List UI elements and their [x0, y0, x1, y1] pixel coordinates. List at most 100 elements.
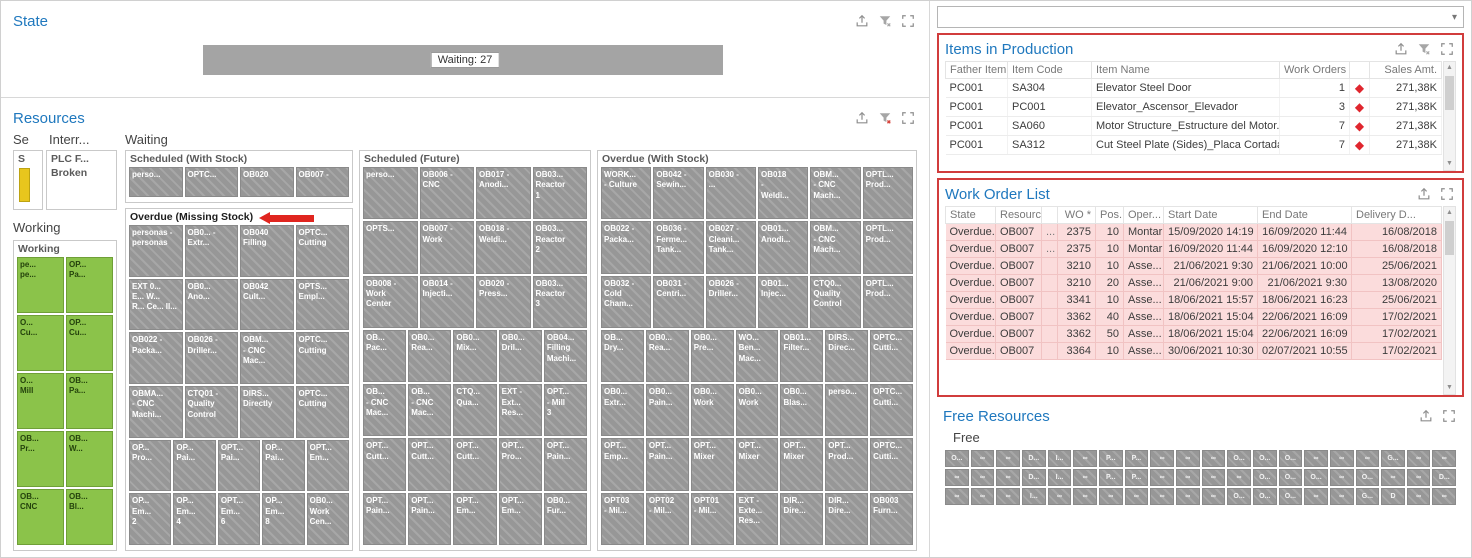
resource-tile[interactable]: OB007 - [295, 167, 349, 197]
work-order-row[interactable]: Overdue...OB007321010Asse...21/06/2021 9… [945, 257, 1442, 275]
resource-tile[interactable]: OB042 Cult... [240, 278, 294, 331]
resource-tile[interactable]: OB01... Anodi... [757, 221, 809, 274]
resource-tile[interactable]: ∞ [1304, 450, 1328, 467]
resource-tile[interactable]: OPT... - Mill 3 [543, 384, 587, 437]
resource-tile[interactable]: perso... [363, 167, 418, 220]
resource-tile[interactable]: DIRS... Direc... [825, 329, 869, 383]
resource-tile[interactable]: OPT... Em... [453, 492, 497, 545]
chevron-down-icon[interactable]: ▾ [1452, 12, 1457, 23]
work-order-row[interactable]: Overdue...OB007336240Asse...18/06/2021 1… [945, 308, 1442, 326]
resource-tile[interactable]: OB... W... [66, 431, 113, 487]
resource-tile[interactable]: OP... Em... 4 [173, 493, 216, 546]
resource-tile[interactable]: OPT... Pain... [363, 492, 407, 545]
resource-tile[interactable]: OB018- Weldi... [757, 167, 809, 220]
resource-tile[interactable]: OPTC... Cutting [295, 225, 349, 277]
resource-tile[interactable]: CTQ... Qua... [453, 384, 497, 437]
resource-tile[interactable]: ∞ [1381, 469, 1405, 486]
resource-tile[interactable]: D... [1432, 469, 1457, 486]
resource-tile[interactable]: OB... Bl... [66, 489, 113, 545]
clear-filter-icon[interactable] [1417, 42, 1431, 56]
resource-tile[interactable]: OB042 - Sewin... [653, 167, 704, 220]
expand-icon[interactable] [1440, 187, 1454, 201]
clear-filter-icon[interactable] [878, 111, 892, 125]
resource-tile[interactable]: OPTC... Cutti... [870, 384, 913, 437]
resource-tile[interactable]: OB0... Mix... [453, 329, 497, 383]
resource-tile[interactable]: OP... Cu... [66, 315, 113, 371]
work-order-row[interactable]: Overdue...OB007...237510Montar16/09/2020… [945, 240, 1442, 258]
work-order-row[interactable]: Overdue...OB007336250Asse...18/06/2021 1… [945, 325, 1442, 343]
export-icon[interactable] [1417, 187, 1431, 201]
resource-tile[interactable]: OPT... Em... 6 [217, 493, 261, 546]
resource-tile[interactable]: OPT... Pain... [408, 492, 452, 545]
resource-tile[interactable]: ∞ [1124, 488, 1149, 505]
resource-tile[interactable]: OB0... Work Cen... [306, 493, 349, 546]
scrollbar-thumb[interactable] [1445, 221, 1454, 255]
resource-tile[interactable]: EXT - Exte... Res... [735, 492, 779, 545]
resource-tile[interactable]: OB0... Ano... [184, 278, 238, 331]
column-header[interactable]: Resource [995, 206, 1042, 224]
resource-tile[interactable]: OB022 - Packa... [129, 332, 183, 385]
resource-tile[interactable]: OPTC... Cutting [295, 332, 349, 385]
resource-tile[interactable]: OB0... - Extr... [184, 225, 238, 277]
resource-tile[interactable]: DIR... Dire... [780, 492, 824, 545]
resource-tile[interactable]: OPT... Cutt... [453, 438, 497, 491]
resource-tile[interactable]: ∞ [1175, 488, 1200, 505]
column-header[interactable]: Work Orders [1279, 61, 1350, 79]
resource-tile[interactable]: O... [1227, 488, 1251, 505]
resource-tile[interactable]: OB0... Work [735, 384, 779, 437]
scrollbar-thumb[interactable] [1445, 76, 1454, 110]
resource-tile[interactable]: WORK... - Culture [601, 167, 652, 220]
expand-icon[interactable] [1440, 42, 1454, 56]
work-order-row[interactable]: Overdue...OB007321020Asse...21/06/2021 9… [945, 274, 1442, 292]
resource-tile[interactable]: D [1381, 488, 1405, 505]
resource-tile[interactable]: OB003 Furn... [870, 492, 913, 545]
items-table-row[interactable]: PC001 SA060 Motor Structure_Estructure del… [945, 116, 1442, 136]
resource-tile[interactable]: OB... CNC [17, 489, 64, 545]
work-order-row[interactable]: Overdue...OB007336410Asse...30/06/2021 1… [945, 342, 1442, 360]
resource-tile[interactable]: OB020 [240, 167, 294, 197]
column-header[interactable]: Pos. [1095, 206, 1124, 224]
resource-tile[interactable]: ∞ [1150, 469, 1174, 486]
resource-tile[interactable]: OPT02- Mil... [645, 492, 689, 545]
resource-tile[interactable]: OB01... Injec... [757, 275, 809, 328]
resource-tile[interactable]: OPTS... [363, 221, 418, 274]
resource-tile[interactable]: ∞ [1406, 469, 1431, 486]
resource-tile[interactable]: O... [1304, 469, 1328, 486]
resource-tile[interactable]: ∞ [945, 469, 969, 486]
resource-tile[interactable]: CTQ01 - Quality Control [184, 386, 238, 438]
resource-tile[interactable]: OPT01- Mil... [690, 492, 734, 545]
column-header[interactable]: Start Date [1163, 206, 1258, 224]
items-table-row[interactable]: PC001 PC001 Elevator_Ascensor_Elevador 3 ◆ 27… [945, 97, 1442, 117]
resource-tile[interactable]: ∞ [1047, 488, 1072, 505]
resource-tile[interactable]: OPTC... Cutting [295, 386, 349, 438]
resource-tile[interactable]: OB0... Blas... [780, 384, 824, 437]
resource-tile[interactable]: CTQ0... Quality Control [810, 275, 861, 328]
resource-tile[interactable]: O... [1252, 450, 1277, 467]
resource-tile[interactable]: OPT03- Mil... [601, 492, 644, 545]
resource-tile[interactable]: P... [1098, 469, 1123, 486]
resource-tile[interactable]: OB006 - CNC [419, 167, 474, 220]
column-header[interactable]: Delivery D... [1351, 206, 1442, 224]
resource-tile[interactable]: D... [1021, 469, 1046, 486]
resource-tile[interactable]: OPT... Pai... [217, 439, 261, 492]
resource-tile[interactable]: ∞ [1098, 488, 1123, 505]
resource-tile[interactable]: ∞ [1201, 450, 1226, 467]
resource-tile[interactable]: OBM... - CNC Mach... [810, 221, 861, 274]
resource-tile[interactable]: perso... [825, 384, 869, 437]
resource-tile[interactable]: OB... Pa... [66, 373, 113, 429]
work-order-row[interactable]: Overdue...OB007334110Asse...18/06/2021 1… [945, 291, 1442, 309]
resource-tile[interactable]: OBM... - CNC Mac... [240, 332, 294, 385]
resource-tile[interactable]: OB0... Fur... [543, 492, 587, 545]
resource-tile[interactable]: OP... Pa... [66, 257, 113, 313]
resource-tile[interactable]: ∞ [1329, 469, 1354, 486]
resource-tile[interactable]: ∞ [996, 450, 1020, 467]
resource-tile[interactable]: ∞ [1073, 450, 1097, 467]
export-icon[interactable] [855, 14, 869, 28]
resource-tile[interactable]: OPTL... Prod... [862, 275, 913, 328]
resource-tile[interactable]: OPTC... Cutti... [870, 329, 913, 383]
expand-icon[interactable] [1442, 409, 1456, 423]
resource-tile[interactable]: OP... Pai... [173, 439, 216, 492]
resource-tile[interactable]: G... [1381, 450, 1405, 467]
resource-tile[interactable]: ∞ [970, 488, 995, 505]
vertical-scrollbar[interactable]: ▲ ▼ [1443, 206, 1456, 395]
